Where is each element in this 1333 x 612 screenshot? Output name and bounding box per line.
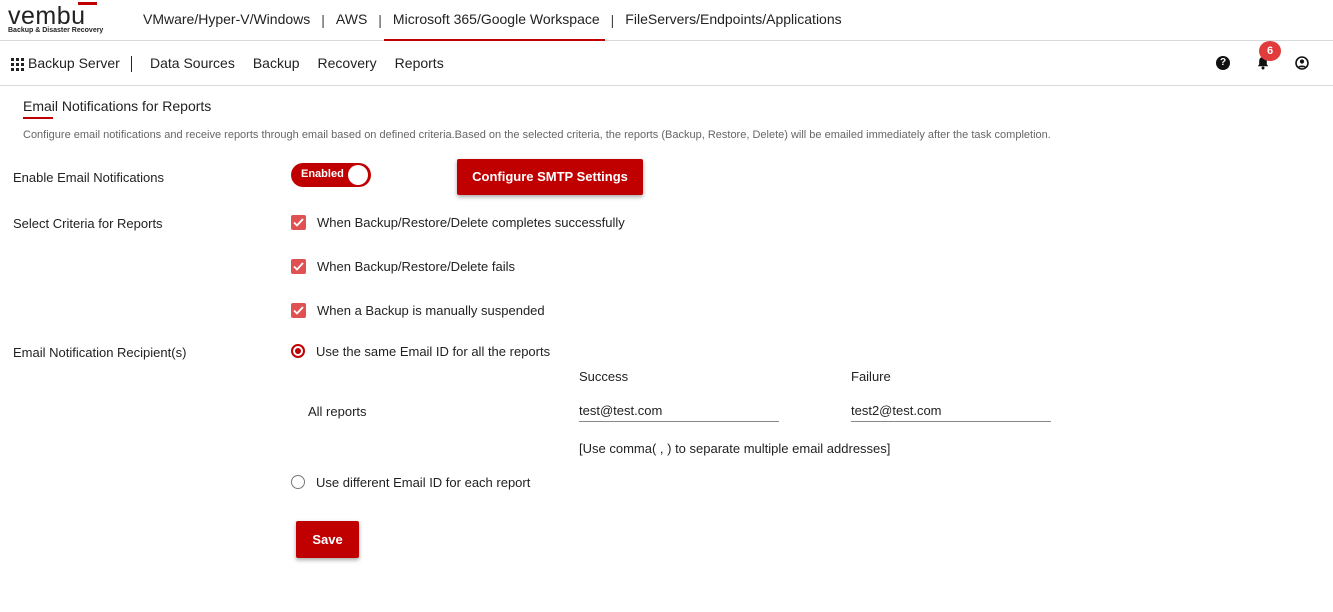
tab-separator: | [321,12,325,28]
criteria-option-fail: When Backup/Restore/Delete fails [291,258,515,274]
criteria-option-success: When Backup/Restore/Delete completes suc… [291,214,625,230]
help-icon[interactable]: ? [1216,56,1230,70]
product-tabs: VMware/Hyper-V/Windows | AWS | Microsoft… [143,0,842,41]
logo-tagline: Backup & Disaster Recovery [8,27,104,34]
nav-item-backup[interactable]: Backup [253,55,300,71]
save-button[interactable]: Save [296,521,359,558]
notification-badge[interactable]: 6 [1259,41,1281,61]
all-reports-label: All reports [308,404,367,419]
logo-accent-mark [78,2,97,5]
vembu-logo[interactable]: vembu Backup & Disaster Recovery [8,2,118,38]
top-bar: vembu Backup & Disaster Recovery VMware/… [0,0,1333,41]
different-email-option: Use different Email ID for each report [291,474,530,490]
nav-item-reports[interactable]: Reports [395,55,444,71]
fail-checkbox[interactable] [291,258,306,274]
product-tab-microsoft365[interactable]: Microsoft 365/Google Workspace [383,0,605,41]
title-underline [23,117,53,119]
different-email-radio[interactable] [291,475,305,489]
same-email-radio[interactable] [291,344,305,358]
product-tab-vmware[interactable]: VMware/Hyper-V/Windows [143,0,310,40]
success-email-input[interactable] [579,399,779,422]
email-separator-hint: [Use comma( , ) to separate multiple ema… [579,441,891,456]
criteria-label: Select Criteria for Reports [13,216,163,231]
toggle-knob [348,165,368,185]
backup-server-label[interactable]: Backup Server [28,55,120,71]
tab-separator: | [378,12,382,28]
user-icon[interactable] [1295,56,1309,70]
tab-separator: | [610,12,615,28]
same-email-option: Use the same Email ID for all the report… [291,343,550,359]
recipients-label: Email Notification Recipient(s) [13,345,187,360]
fail-checkbox-label: When Backup/Restore/Delete fails [317,258,515,274]
nav-item-recovery[interactable]: Recovery [318,55,377,71]
suspended-checkbox-label: When a Backup is manually suspended [317,302,545,318]
criteria-option-suspended: When a Backup is manually suspended [291,302,545,318]
enable-notifications-toggle[interactable]: Enabled [291,163,371,187]
nav-divider [131,56,132,72]
toggle-state-text: Enabled [301,168,344,180]
different-email-label: Use different Email ID for each report [316,474,531,490]
nav-item-data-sources[interactable]: Data Sources [150,55,235,71]
product-tab-aws[interactable]: AWS [336,0,367,40]
logo-text: vembu [8,2,86,30]
enable-notifications-label: Enable Email Notifications [13,170,165,185]
check-icon [293,261,304,271]
product-tab-fileservers[interactable]: FileServers/Endpoints/Applications [625,0,841,40]
success-column-header: Success [579,369,629,384]
failure-column-header: Failure [851,369,891,384]
success-checkbox-label: When Backup/Restore/Delete completes suc… [317,214,625,230]
configure-smtp-button[interactable]: Configure SMTP Settings [457,159,643,195]
success-checkbox[interactable] [291,214,306,230]
grid-icon[interactable] [11,58,24,71]
failure-email-input[interactable] [851,399,1051,422]
suspended-checkbox[interactable] [291,302,306,318]
same-email-label: Use the same Email ID for all the report… [316,343,551,359]
check-icon [293,305,304,315]
page-description: Configure email notifications and receiv… [23,129,1051,141]
page-title: Email Notifications for Reports [23,98,212,114]
nav-items: Data Sources Backup Recovery Reports [150,55,444,71]
main-nav: Backup Server Data Sources Backup Recove… [0,41,1333,86]
check-icon [293,217,304,227]
